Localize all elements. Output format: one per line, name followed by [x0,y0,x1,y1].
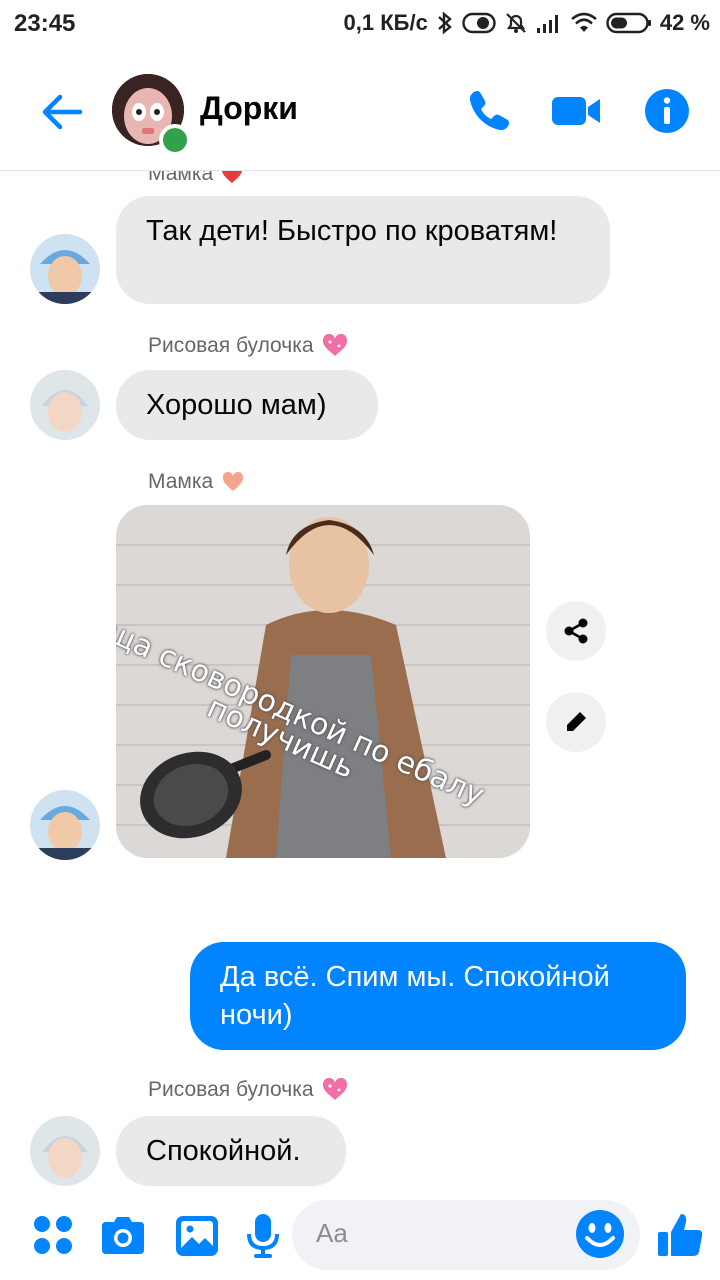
wifi-icon [571,12,597,32]
chat-title[interactable]: Дорки [200,90,298,127]
avatar-image [30,234,100,304]
bluetooth-icon [438,11,452,35]
message-bubble-outgoing[interactable]: Да всё. Спим мы. Спокойной ночи) [190,942,686,1050]
avatar[interactable] [30,234,100,304]
avatar[interactable] [30,790,100,860]
message-input-placeholder: Aa [316,1218,348,1248]
signal-icon [536,15,558,33]
pencil-icon [567,712,586,731]
message-bubble[interactable]: Так дети! Быстро по кроватям! [116,196,610,304]
online-indicator [159,124,191,156]
peach-heart-icon [222,472,244,492]
sender-name: Рисовая булочка [148,334,349,358]
sparkling-heart-icon [323,334,348,357]
message-input[interactable]: Aa [292,1200,640,1270]
camera-icon[interactable] [98,1210,148,1260]
video-icon[interactable] [550,86,602,136]
back-arrow-icon[interactable] [36,86,88,138]
battery-icon [606,12,651,34]
share-button[interactable] [546,601,606,661]
info-icon[interactable] [644,88,690,134]
gallery-icon[interactable] [172,1210,222,1260]
avatar-image [30,790,100,860]
toggle-icon [462,12,496,34]
edit-button[interactable] [546,692,606,752]
share-icon [564,618,588,644]
avatar[interactable] [30,370,100,440]
status-time: 23:45 [14,10,76,37]
emoji-icon[interactable] [574,1208,626,1260]
status-bar: 23:45 0,1 КБ/с 42 % [0,0,720,52]
avatar-image [30,370,100,440]
avatar-image [30,1116,100,1186]
thumbs-up-icon[interactable] [656,1210,706,1260]
avatar[interactable] [30,1116,100,1186]
sender-name: Рисовая булочка [148,1078,349,1102]
microphone-icon[interactable] [238,1210,288,1260]
menu-dots-icon[interactable] [28,1210,78,1260]
sender-name: Мамка [148,470,245,494]
sparkling-heart-icon [323,1078,348,1101]
message-bubble[interactable]: Хорошо мам) [116,370,378,440]
image-message[interactable]: ща сковородкой по ебалу получишь [116,505,530,858]
net-speed: 0,1 КБ/с [343,10,428,35]
message-bubble[interactable]: Спокойной. [116,1116,346,1186]
battery-level: 42 % [659,10,710,35]
phone-icon[interactable] [464,86,514,136]
chat-header: Дорки [0,52,720,171]
composer-bar: Aa [0,1196,720,1280]
mute-icon [506,13,526,33]
